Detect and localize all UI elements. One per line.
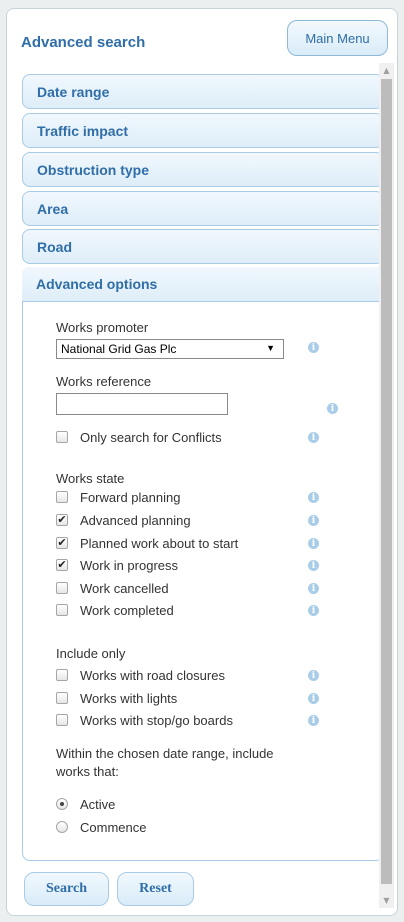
panel-title: Advanced search bbox=[21, 34, 146, 51]
checkbox-work-cancelled[interactable] bbox=[56, 582, 68, 594]
checkbox-advanced-planning[interactable]: ✔ bbox=[56, 514, 68, 526]
checkbox-planned-work-about-to-start[interactable]: ✔ bbox=[56, 537, 68, 549]
works-state-option-label: Advanced planning bbox=[80, 513, 191, 528]
date-range-note-line1: Within the chosen date range, include bbox=[56, 746, 274, 761]
info-icon[interactable]: i bbox=[308, 715, 319, 726]
radio-selected-dot bbox=[60, 802, 64, 806]
section-date-range[interactable]: Date range bbox=[22, 74, 384, 109]
info-icon[interactable]: i bbox=[308, 693, 319, 704]
advanced-search-panel: Advanced search Main Menu Date range Tra… bbox=[6, 8, 398, 916]
chevron-down-icon: ▼ bbox=[266, 343, 275, 353]
checkbox-work-completed[interactable] bbox=[56, 604, 68, 616]
info-icon[interactable]: i bbox=[308, 670, 319, 681]
radio-commence[interactable] bbox=[56, 821, 68, 833]
reset-button[interactable]: Reset bbox=[117, 872, 194, 906]
main-menu-button[interactable]: Main Menu bbox=[287, 20, 388, 56]
radio-option-label: Active bbox=[80, 797, 116, 812]
conflicts-checkbox[interactable] bbox=[56, 431, 68, 443]
scroll-up-icon[interactable]: ▲ bbox=[379, 63, 394, 78]
scroll-thumb[interactable] bbox=[381, 79, 392, 884]
works-state-option-label: Planned work about to start bbox=[80, 536, 239, 551]
section-traffic-impact[interactable]: Traffic impact bbox=[22, 113, 384, 148]
radio-option-label: Commence bbox=[80, 820, 147, 835]
section-area[interactable]: Area bbox=[22, 191, 384, 226]
checkbox-road-closures[interactable] bbox=[56, 669, 68, 681]
works-reference-label: Works reference bbox=[56, 374, 152, 389]
section-road[interactable]: Road bbox=[22, 229, 384, 264]
checkbox-forward-planning[interactable] bbox=[56, 491, 68, 503]
info-icon[interactable]: i bbox=[308, 432, 319, 443]
info-icon[interactable]: i bbox=[308, 342, 319, 353]
include-only-label: Include only bbox=[56, 646, 126, 661]
works-state-option-label: Work in progress bbox=[80, 558, 179, 573]
works-state-option-label: Work completed bbox=[80, 603, 174, 618]
date-range-note-line2: works that: bbox=[56, 764, 119, 779]
conflicts-label: Only search for Conflicts bbox=[80, 430, 222, 445]
info-icon[interactable]: i bbox=[308, 583, 319, 594]
include-only-option-label: Works with stop/go boards bbox=[80, 713, 233, 728]
works-reference-input[interactable] bbox=[56, 393, 228, 415]
info-icon[interactable]: i bbox=[308, 560, 319, 571]
works-state-option-label: Work cancelled bbox=[80, 581, 169, 596]
checkbox-lights[interactable] bbox=[56, 692, 68, 704]
checkbox-work-in-progress[interactable]: ✔ bbox=[56, 559, 68, 571]
info-icon[interactable]: i bbox=[308, 492, 319, 503]
works-state-option-label: Forward planning bbox=[80, 490, 181, 505]
works-promoter-label: Works promoter bbox=[56, 320, 149, 335]
info-icon[interactable]: i bbox=[308, 538, 319, 549]
works-state-label: Works state bbox=[56, 471, 125, 486]
include-only-option-label: Works with road closures bbox=[80, 668, 225, 683]
info-icon[interactable]: i bbox=[308, 605, 319, 616]
include-only-option-label: Works with lights bbox=[80, 691, 178, 706]
works-promoter-value: National Grid Gas Plc bbox=[61, 342, 177, 356]
search-button[interactable]: Search bbox=[24, 872, 109, 906]
section-advanced-options[interactable]: Advanced options bbox=[22, 267, 384, 302]
scrollbar[interactable]: ▲ ▼ bbox=[379, 63, 394, 908]
checkbox-stop-go-boards[interactable] bbox=[56, 714, 68, 726]
info-icon[interactable]: i bbox=[327, 403, 338, 414]
info-icon[interactable]: i bbox=[308, 515, 319, 526]
section-obstruction-type[interactable]: Obstruction type bbox=[22, 152, 384, 187]
radio-active[interactable] bbox=[56, 798, 68, 810]
scroll-down-icon[interactable]: ▼ bbox=[379, 893, 394, 908]
works-promoter-select[interactable]: National Grid Gas Plc ▼ bbox=[56, 339, 284, 359]
